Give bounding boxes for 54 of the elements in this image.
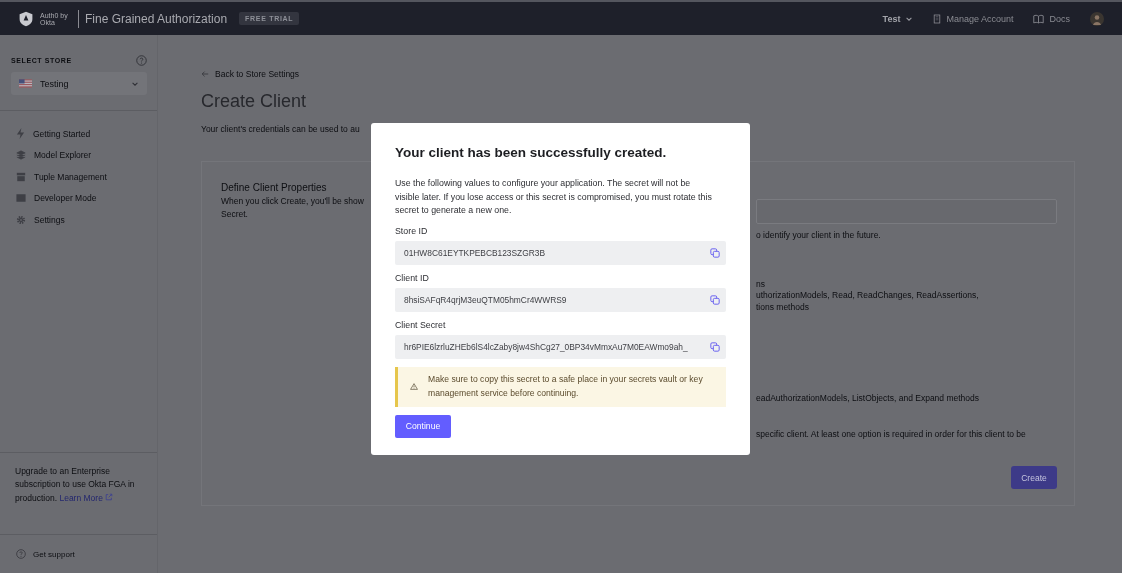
- nav-item[interactable]: Tuple Management: [16, 168, 157, 186]
- learn-more-link[interactable]: Learn More: [59, 492, 114, 503]
- field-label: Store ID: [395, 225, 429, 236]
- continue-button[interactable]: Continue: [395, 414, 451, 438]
- card-description: Secret.: [221, 208, 248, 221]
- docs-link[interactable]: Docs: [1033, 13, 1070, 24]
- shield-logo-icon: [18, 10, 34, 27]
- upgrade-text: Upgrade to an Enterprise subscription to use Okta FGA in production. Learn More: [15, 464, 136, 505]
- window-icon: [16, 193, 26, 204]
- permission-note: specific client. At least one option is required in order for this client to be: [756, 428, 1026, 441]
- permission-description: tions methods: [756, 301, 809, 313]
- permission-heading: ns: [756, 279, 765, 289]
- help-icon: [16, 549, 26, 559]
- field-label: Client ID: [395, 272, 430, 283]
- arrow-left-icon: [201, 70, 209, 78]
- dialog-title: Your client has been successfully created.: [395, 145, 667, 160]
- page-title: Create Client: [201, 91, 308, 112]
- credential-field[interactable]: 8hsiSAFqR4qrjM3euQTM05hmCr4WWRS9: [395, 287, 726, 312]
- card-description: When you click Create, you'll be show: [221, 195, 364, 208]
- copy-icon[interactable]: [710, 247, 720, 258]
- lightning-icon: [16, 128, 25, 140]
- field-hint: o identify your client in the future.: [756, 229, 881, 242]
- store-menu[interactable]: Test: [882, 13, 914, 24]
- book-icon: [1033, 13, 1045, 24]
- copy-icon[interactable]: [710, 341, 720, 352]
- page-subtitle: Your client's credentials can be used to au: [201, 124, 360, 134]
- store-dropdown[interactable]: Testing: [11, 72, 147, 95]
- external-link-icon: [105, 492, 114, 501]
- permission-description: uthorizationModels, Read, ReadChanges, ReadAssertions,: [756, 290, 979, 302]
- nav-item[interactable]: Settings: [16, 211, 157, 229]
- nav-item[interactable]: Developer Mode: [16, 189, 157, 207]
- settings-icon: [16, 214, 26, 225]
- credential-field[interactable]: hr6PIE6lzrluZHEb6lS4lcZaby8jw4ShCg27_0BP34vMmxAu7M0EAWmo9ah_: [395, 334, 726, 359]
- nav-item[interactable]: Model Explorer: [16, 146, 157, 164]
- copy-icon[interactable]: [710, 294, 720, 305]
- warning-icon: [410, 381, 419, 392]
- nav-item[interactable]: Getting Started: [16, 125, 157, 143]
- flag-icon: [19, 79, 32, 88]
- permission-description: eadAuthorizationModels, ListObjects, and Expand methods: [756, 392, 980, 405]
- warning-text: Make sure to copy this secret to a safe place in your secrets vault or key management service before continuing.: [428, 373, 704, 400]
- create-button[interactable]: Create: [1011, 466, 1057, 489]
- back-link[interactable]: Back to Store Settings: [201, 69, 1075, 79]
- layers-icon: [16, 150, 26, 161]
- avatar-icon[interactable]: [1090, 11, 1104, 26]
- manage-account-link[interactable]: Manage Account: [933, 13, 1014, 24]
- help-icon[interactable]: [136, 55, 147, 66]
- product-name: Fine Grained Authorization: [85, 11, 228, 26]
- dialog-message: Use the following values to configure your application. The secret will not be visible later. If you lose access or this secret is compromised, you must rotate this secret to generate a new one.: [395, 177, 713, 217]
- building-icon: [933, 13, 942, 24]
- archive-icon: [16, 171, 26, 182]
- card-title: Define Client Properties: [221, 182, 327, 193]
- support-link[interactable]: Get support: [0, 535, 157, 573]
- field-label: Client Secret: [395, 319, 447, 330]
- credential-field[interactable]: 01HW8C61EYTKPEBCB123SZGR3B: [395, 240, 726, 265]
